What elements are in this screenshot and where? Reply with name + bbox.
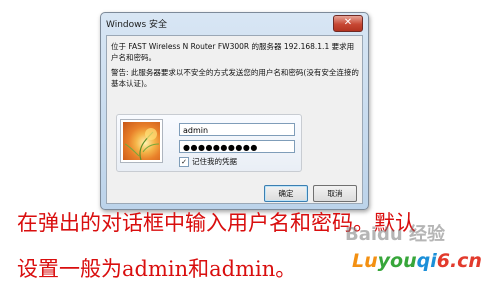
site-watermark-part: you [377, 250, 417, 272]
dialog-body: 位于 FAST Wireless N Router FW300R 的服务器 19… [106, 35, 363, 204]
site-watermark-part: qi [416, 250, 437, 272]
close-button[interactable]: ✕ [333, 15, 363, 32]
ok-button[interactable]: 确定 [264, 185, 308, 202]
remember-checkbox[interactable]: ✓ [179, 156, 189, 167]
cancel-button[interactable]: 取消 [313, 185, 357, 202]
site-watermark-part: Lu [352, 250, 378, 272]
username-input[interactable]: admin [179, 123, 295, 136]
site-watermark-part: 6.cn [436, 250, 482, 272]
close-icon: ✕ [343, 17, 353, 28]
user-avatar-icon [121, 120, 162, 162]
dialog-titlebar: Windows 安全 ✕ [101, 13, 368, 35]
dialog-title: Windows 安全 [106, 20, 168, 30]
security-warning: 警告: 此服务器要求以不安全的方式发送您的用户名和密码(没有安全连接的基本认证)… [111, 68, 359, 88]
credential-tile: admin ●●●●●●●●●● ✓ 记住我的凭据 [116, 114, 302, 172]
remember-credentials[interactable]: ✓ 记住我的凭据 [179, 156, 237, 168]
password-input[interactable]: ●●●●●●●●●● [179, 140, 295, 153]
baidu-watermark: Baidu 经验 [345, 224, 446, 245]
windows-security-dialog: Windows 安全 ✕ 位于 FAST Wireless N Router F… [100, 12, 369, 210]
site-watermark: Luyouqi6.cn [352, 250, 482, 272]
server-message: 位于 FAST Wireless N Router FW300R 的服务器 19… [111, 42, 355, 62]
caption-line-2: 设置一般为admin和admin。 [17, 257, 297, 281]
remember-label: 记住我的凭据 [192, 157, 237, 166]
